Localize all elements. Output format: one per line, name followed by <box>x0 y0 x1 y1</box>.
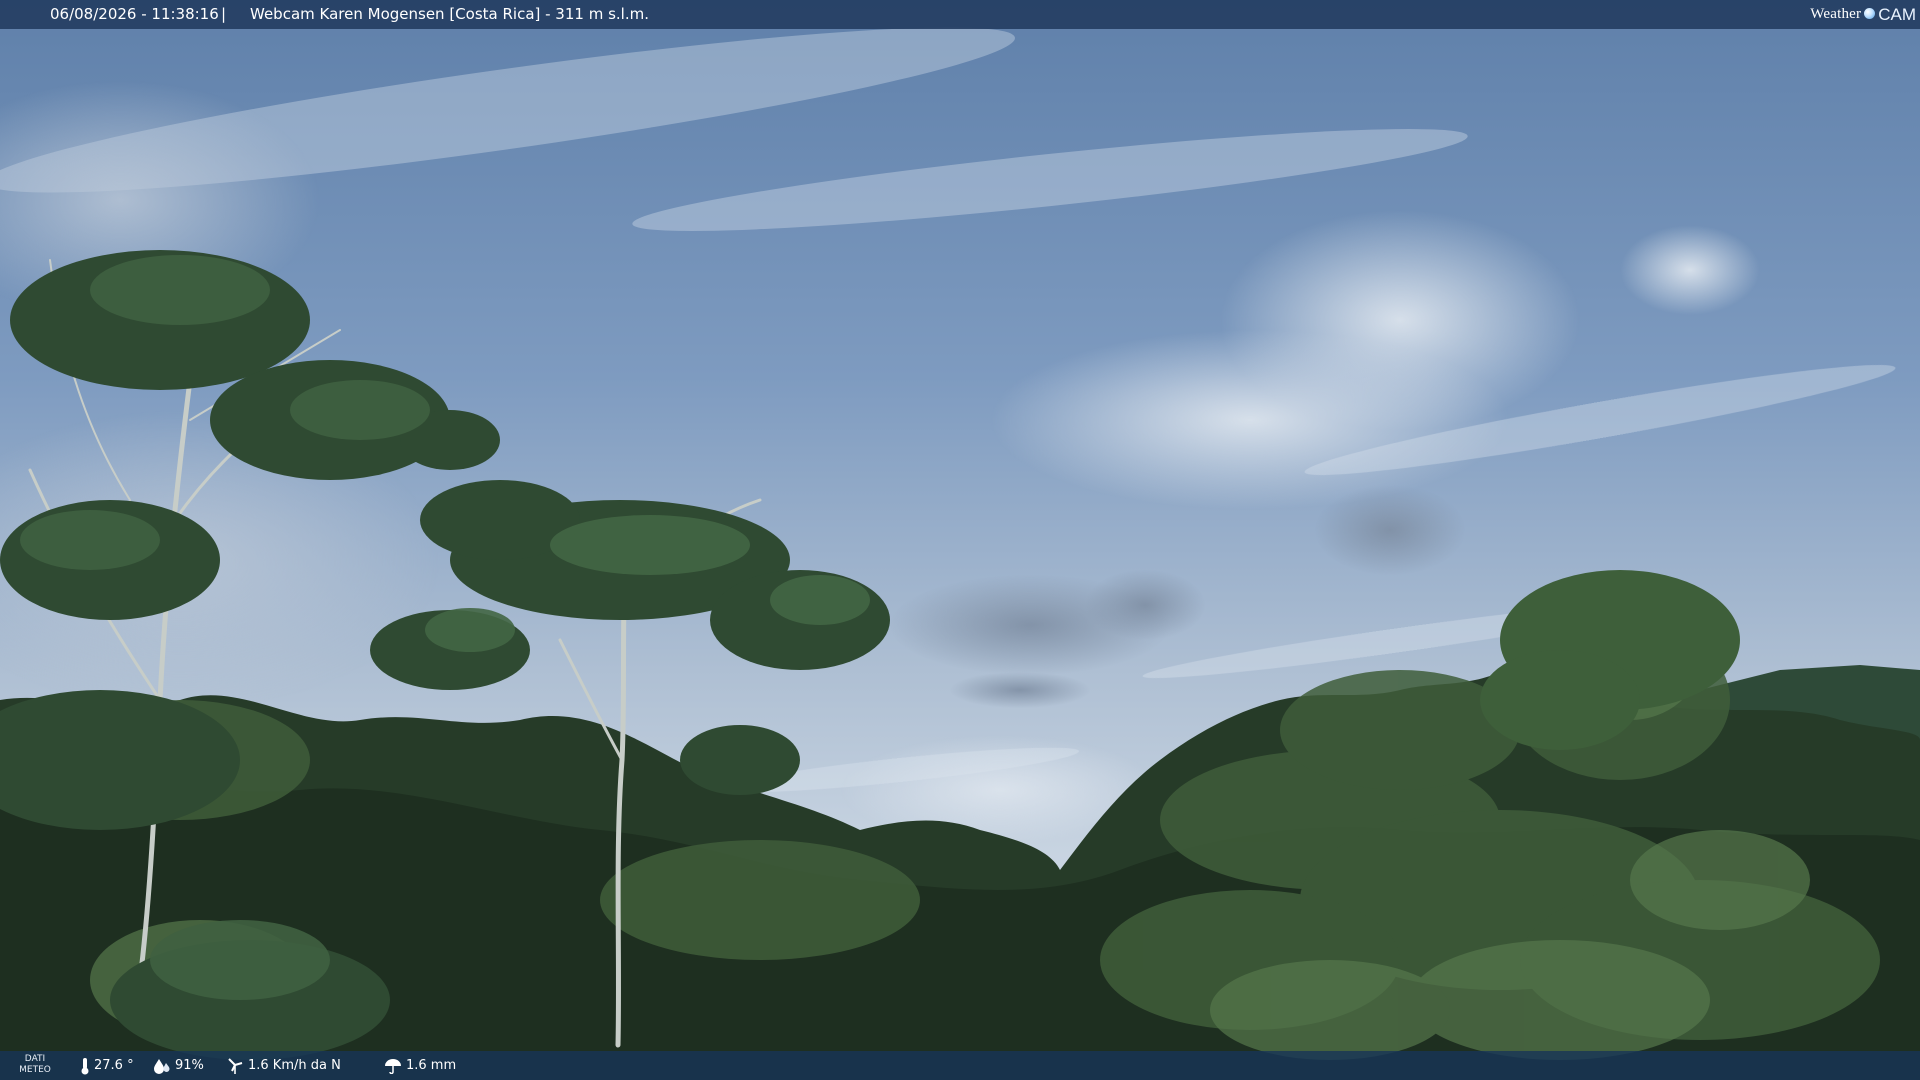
humidity-value: 91% <box>175 1058 204 1073</box>
humidity-reading: 91% <box>153 1051 204 1080</box>
weather-data-bar: DATI METEO 27.6 ° 91% 1.6 Km/h da N 1.6 … <box>0 1051 1920 1080</box>
umbrella-icon <box>384 1058 402 1074</box>
rain-reading: 1.6 mm <box>384 1051 456 1080</box>
title-separator: | <box>221 5 227 23</box>
webcam-image <box>0 0 1920 1080</box>
weathercam-logo[interactable]: Weather CAM <box>1810 0 1920 29</box>
wind-value: 1.6 Km/h da N <box>248 1058 341 1073</box>
top-info-bar: 06/08/2026 - 11:38:16 | Webcam Karen Mog… <box>0 0 1920 29</box>
weather-data-label: DATI METEO <box>10 1054 60 1076</box>
wind-turbine-icon <box>226 1057 244 1075</box>
weather-label-line1: DATI <box>24 1054 46 1064</box>
temperature-value: 27.6 ° <box>94 1058 134 1073</box>
timestamp: 06/08/2026 - 11:38:16 <box>50 5 219 23</box>
webcam-title: Webcam Karen Mogensen [Costa Rica] - 311… <box>250 5 649 23</box>
rain-value: 1.6 mm <box>406 1058 457 1073</box>
thermometer-icon <box>80 1057 90 1075</box>
brand-suffix: CAM <box>1878 5 1916 24</box>
brand-word: Weather <box>1810 6 1862 22</box>
temperature-reading: 27.6 ° <box>80 1051 134 1080</box>
globe-dot-icon <box>1864 8 1876 19</box>
wind-reading: 1.6 Km/h da N <box>226 1051 341 1080</box>
humidity-drop-icon <box>153 1058 171 1074</box>
weather-label-line2: METEO <box>19 1065 51 1075</box>
